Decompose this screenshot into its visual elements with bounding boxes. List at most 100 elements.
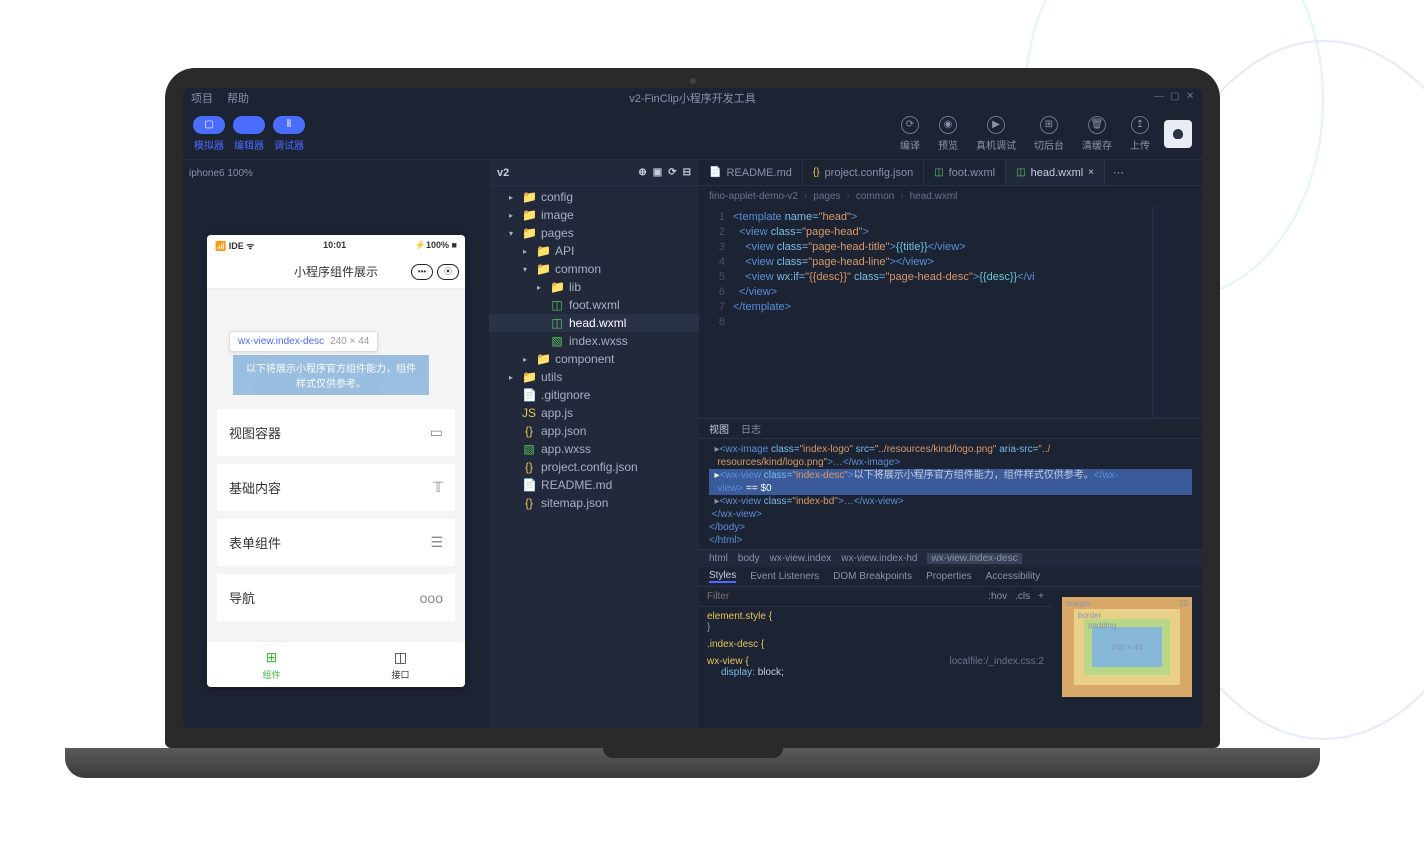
capsule-close[interactable]: ⦿ (437, 264, 459, 280)
tree-node[interactable]: {}sitemap.json (489, 494, 699, 512)
phone-tab[interactable]: ◫接口 (336, 642, 465, 687)
css-property[interactable]: display: block; (707, 667, 1044, 678)
code-line[interactable]: </template> (733, 300, 1152, 315)
styles-tab[interactable]: DOM Breakpoints (833, 571, 912, 582)
editor-tab[interactable]: 📄README.md (699, 160, 803, 185)
styles-tab[interactable]: Styles (709, 570, 736, 583)
capsule-menu[interactable]: ••• (411, 264, 433, 280)
code-line[interactable] (733, 315, 1152, 330)
tree-node[interactable]: ▧app.wxss (489, 440, 699, 458)
action-4[interactable]: 🗑清缓存 (1082, 116, 1112, 152)
styles-tab[interactable]: Event Listeners (750, 571, 819, 582)
dom-line[interactable]: </wx-view> (709, 508, 1192, 521)
mode-0[interactable]: ▢模拟器 (193, 116, 225, 152)
file-tree[interactable]: ▸📁config▸📁image▾📁pages▸📁API▾📁common▸📁lib… (489, 186, 699, 728)
action-2[interactable]: ▶真机调试 (976, 116, 1016, 152)
tree-node[interactable]: ▸📁config (489, 188, 699, 206)
styles-tab[interactable]: Accessibility (986, 571, 1040, 582)
dom-crumb[interactable]: wx-view.index-desc (927, 553, 1021, 564)
dom-line[interactable]: ▸<wx-view class="index-bd">…</wx-view> (709, 495, 1192, 508)
code-line[interactable]: <view wx:if="{{desc}}" class="page-head-… (733, 270, 1152, 285)
menu-project[interactable]: 项目 (191, 90, 213, 106)
code-line[interactable]: </view> (733, 285, 1152, 300)
window-maximize[interactable]: ▢ (1170, 92, 1180, 102)
code-editor[interactable]: 12345678 <template name="head"> <view cl… (699, 206, 1202, 418)
editor-tab[interactable]: ◫head.wxml× (1006, 160, 1105, 185)
tree-node[interactable]: ▸📁image (489, 206, 699, 224)
dom-line[interactable]: </body> (709, 521, 1192, 534)
menu-help[interactable]: 帮助 (227, 90, 249, 106)
tab-more-icon[interactable]: ⋯ (1105, 160, 1132, 185)
tree-node[interactable]: ▸📁API (489, 242, 699, 260)
tree-node[interactable]: ▾📁common (489, 260, 699, 278)
tree-node[interactable]: {}app.json (489, 422, 699, 440)
action-5[interactable]: ↥上传 (1130, 116, 1150, 152)
action-0[interactable]: ⟳编译 (900, 116, 920, 152)
list-item[interactable]: 表单组件☰ (217, 519, 455, 566)
css-rules[interactable]: element.style {} .index-desc {</span></di… (699, 607, 1052, 728)
list-item[interactable]: 基础内容𝕋 (217, 464, 455, 511)
breadcrumb-item[interactable]: pages (813, 191, 840, 202)
tree-node[interactable]: ▾📁pages (489, 224, 699, 242)
window-minimize[interactable]: — (1154, 92, 1164, 102)
code-line[interactable]: <template name="head"> (733, 210, 1152, 225)
tree-node[interactable]: JSapp.js (489, 404, 699, 422)
add-rule-icon[interactable]: + (1038, 591, 1044, 602)
avatar[interactable] (1164, 120, 1192, 148)
breadcrumb-item[interactable]: common (856, 191, 894, 202)
styles-tab[interactable]: Properties (926, 571, 972, 582)
action-3[interactable]: ⊞切后台 (1034, 116, 1064, 152)
window-close[interactable]: ✕ (1186, 92, 1196, 102)
cls-toggle[interactable]: .cls (1015, 591, 1030, 602)
dom-crumb[interactable]: wx-view.index (770, 553, 832, 564)
tree-node[interactable]: ▸📁component (489, 350, 699, 368)
code-line[interactable]: <view class="page-head"> (733, 225, 1152, 240)
css-rule[interactable]: wx-view {localfile:/_index.css:2display:… (707, 656, 1044, 678)
dom-line[interactable]: ▸<wx-image class="index-logo" src="../re… (709, 443, 1192, 456)
collapse-icon[interactable]: ⊟ (683, 167, 691, 178)
dom-inspector[interactable]: ▸<wx-image class="index-logo" src="../re… (699, 439, 1202, 549)
mode-1[interactable]: 编辑器 (233, 116, 265, 152)
rule-source[interactable]: localfile:/_index.css:2 (950, 656, 1045, 667)
new-folder-icon[interactable]: ▣ (653, 167, 662, 178)
list-item[interactable]: 导航ooo (217, 574, 455, 621)
tree-node[interactable]: ◫head.wxml (489, 314, 699, 332)
dom-crumb[interactable]: wx-view.index-hd (841, 553, 917, 564)
box-model[interactable]: margin 10 border padding 240 × 44 (1062, 597, 1192, 697)
editor-tab[interactable]: {}project.config.json (803, 160, 924, 185)
list-item[interactable]: 视图容器▭ (217, 409, 455, 456)
tree-node[interactable]: 📄.gitignore (489, 386, 699, 404)
breadcrumb-item[interactable]: fino-applet-demo-v2 (709, 191, 798, 202)
mode-2[interactable]: ⫴调试器 (273, 116, 305, 152)
dom-line[interactable]: ▸<wx-view class="index-desc">以下将展示小程序官方组… (709, 469, 1192, 482)
hov-toggle[interactable]: :hov (988, 591, 1007, 602)
tree-node[interactable]: ◫foot.wxml (489, 296, 699, 314)
tree-node[interactable]: 📄README.md (489, 476, 699, 494)
tree-node[interactable]: ▸📁utils (489, 368, 699, 386)
action-1[interactable]: ◉预览 (938, 116, 958, 152)
dom-line[interactable]: view> == $0 (709, 482, 1192, 495)
minimap[interactable] (1152, 206, 1202, 418)
dt-tab[interactable]: 视图 (709, 421, 729, 436)
filter-input[interactable] (707, 591, 980, 602)
tree-node[interactable]: {}project.config.json (489, 458, 699, 476)
phone-tab[interactable]: ⊞组件 (207, 642, 336, 687)
new-file-icon[interactable]: ⊕ (638, 167, 646, 178)
dt-tab[interactable]: 日志 (741, 421, 761, 436)
dom-line[interactable]: </html> (709, 534, 1192, 547)
css-rule[interactable]: element.style {} (707, 611, 1044, 633)
dom-crumb[interactable]: body (738, 553, 760, 564)
refresh-icon[interactable]: ⟳ (668, 167, 676, 178)
highlighted-element[interactable]: 以下将展示小程序官方组件能力，组件样式仅供参考。 (233, 355, 429, 395)
dom-line[interactable]: resources/kind/logo.png">…</wx-image> (709, 456, 1192, 469)
breadcrumb-item[interactable]: head.wxml (910, 191, 958, 202)
close-icon[interactable]: × (1088, 167, 1094, 178)
dom-crumb[interactable]: html (709, 553, 728, 564)
css-rule[interactable]: .index-desc {</span></div><div class="pr… (707, 639, 1044, 650)
code-lines[interactable]: <template name="head"> <view class="page… (733, 206, 1152, 418)
tree-node[interactable]: ▸📁lib (489, 278, 699, 296)
editor-tab[interactable]: ◫foot.wxml (924, 160, 1006, 185)
tree-node[interactable]: ▧index.wxss (489, 332, 699, 350)
code-line[interactable]: <view class="page-head-line"></view> (733, 255, 1152, 270)
code-line[interactable]: <view class="page-head-title">{{title}}<… (733, 240, 1152, 255)
